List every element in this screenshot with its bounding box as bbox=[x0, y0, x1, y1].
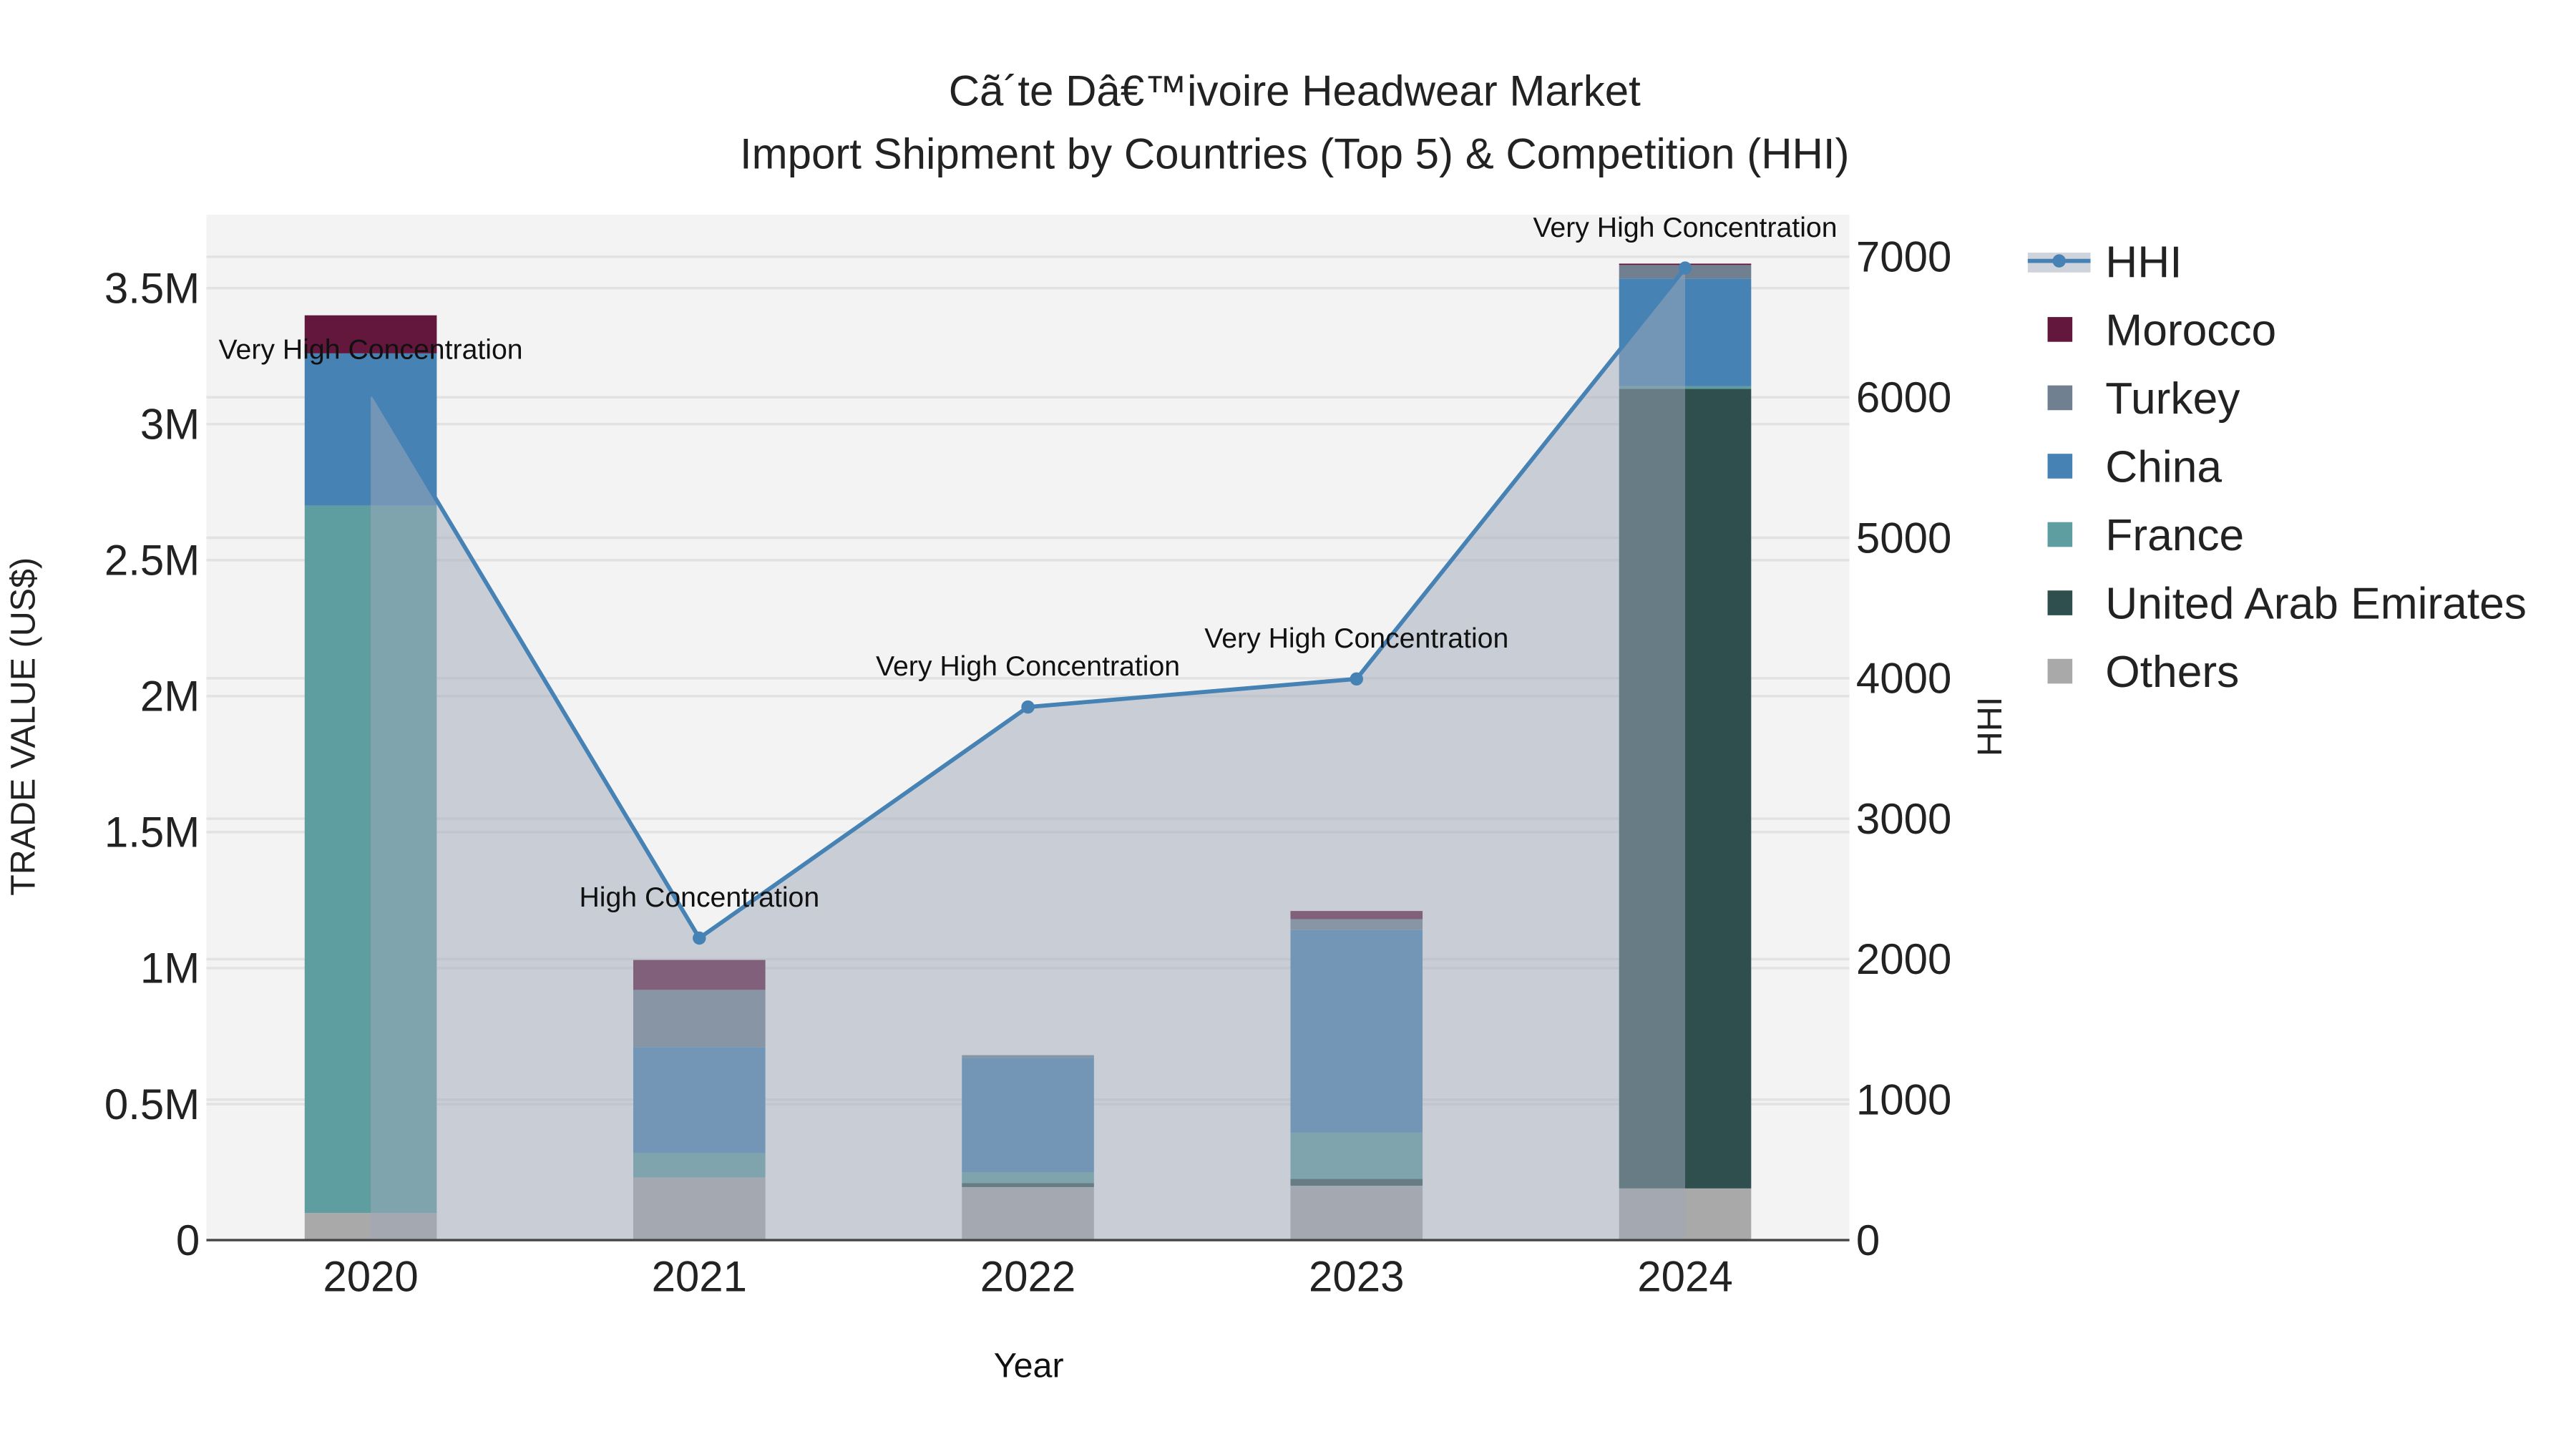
legend-label: Others bbox=[2105, 648, 2239, 697]
hhi-point bbox=[1350, 672, 1363, 686]
legend: HHI Morocco Turkey China France United Arab E… bbox=[2027, 238, 2527, 697]
chart-title: Cã´te Dâ€™ivoire Headwear Market bbox=[949, 67, 1641, 115]
y-tick-label: 0.5M bbox=[104, 1080, 200, 1128]
legend-label: Morocco bbox=[2105, 306, 2276, 355]
x-tick-label: 2021 bbox=[652, 1253, 747, 1301]
hhi-point bbox=[1678, 261, 1692, 275]
y2-tick-label: 2000 bbox=[1856, 935, 1951, 983]
y2-tick-label: 4000 bbox=[1856, 655, 1951, 703]
x-tick-label: 2024 bbox=[1637, 1253, 1732, 1301]
y2-axis-title: HHI bbox=[1971, 697, 2009, 756]
legend-swatch bbox=[2047, 385, 2073, 411]
hhi-point bbox=[364, 384, 378, 397]
hhi-point bbox=[693, 931, 706, 945]
legend-swatch bbox=[2047, 658, 2073, 684]
y-tick-label: 2M bbox=[140, 673, 200, 721]
y2-tick-label: 0 bbox=[1856, 1216, 1880, 1264]
hhi-point bbox=[1021, 700, 1035, 714]
y2-tick-label: 7000 bbox=[1856, 233, 1951, 281]
chart-subtitle: Import Shipment by Countries (Top 5) & C… bbox=[740, 130, 1850, 177]
legend-swatch bbox=[2047, 454, 2073, 479]
y2-tick-label: 5000 bbox=[1856, 514, 1951, 562]
legend-swatch bbox=[2047, 522, 2073, 547]
y-tick-label: 2.5M bbox=[104, 537, 200, 585]
legend-swatch bbox=[2047, 590, 2073, 615]
hhi-annotation: Very High Concentration bbox=[1204, 623, 1508, 654]
y-tick-label: 1.5M bbox=[104, 809, 200, 857]
y-tick-label: 0 bbox=[176, 1216, 200, 1264]
y-axis-title: TRADE VALUE (US$) bbox=[4, 557, 42, 896]
x-tick-label: 2022 bbox=[980, 1253, 1075, 1301]
hhi-annotation: High Concentration bbox=[579, 882, 819, 913]
y2-tick-label: 3000 bbox=[1856, 795, 1951, 843]
legend-hhi-marker bbox=[2052, 254, 2066, 268]
y-tick-label: 3.5M bbox=[104, 264, 200, 312]
hhi-annotation: Very High Concentration bbox=[219, 334, 523, 366]
x-tick-label: 2023 bbox=[1309, 1253, 1404, 1301]
legend-label: United Arab Emirates bbox=[2105, 579, 2527, 628]
legend-label: France bbox=[2105, 511, 2244, 560]
x-axis-title: Year bbox=[994, 1347, 1064, 1385]
x-tick-label: 2020 bbox=[323, 1253, 418, 1301]
legend-label: Turkey bbox=[2105, 374, 2240, 424]
y2-tick-label: 1000 bbox=[1856, 1076, 1951, 1124]
y-tick-label: 3M bbox=[140, 400, 200, 448]
hhi-annotation: Very High Concentration bbox=[876, 650, 1180, 682]
hhi-import-chart: Cã´te Dâ€™ivoire Headwear Market Import … bbox=[4, 67, 2527, 1385]
legend-swatch bbox=[2047, 317, 2073, 342]
y-tick-label: 1M bbox=[140, 945, 200, 992]
y2-tick-label: 6000 bbox=[1856, 374, 1951, 421]
legend-label: China bbox=[2105, 442, 2222, 492]
hhi-annotation: Very High Concentration bbox=[1533, 212, 1837, 243]
legend-label: HHI bbox=[2105, 238, 2182, 288]
